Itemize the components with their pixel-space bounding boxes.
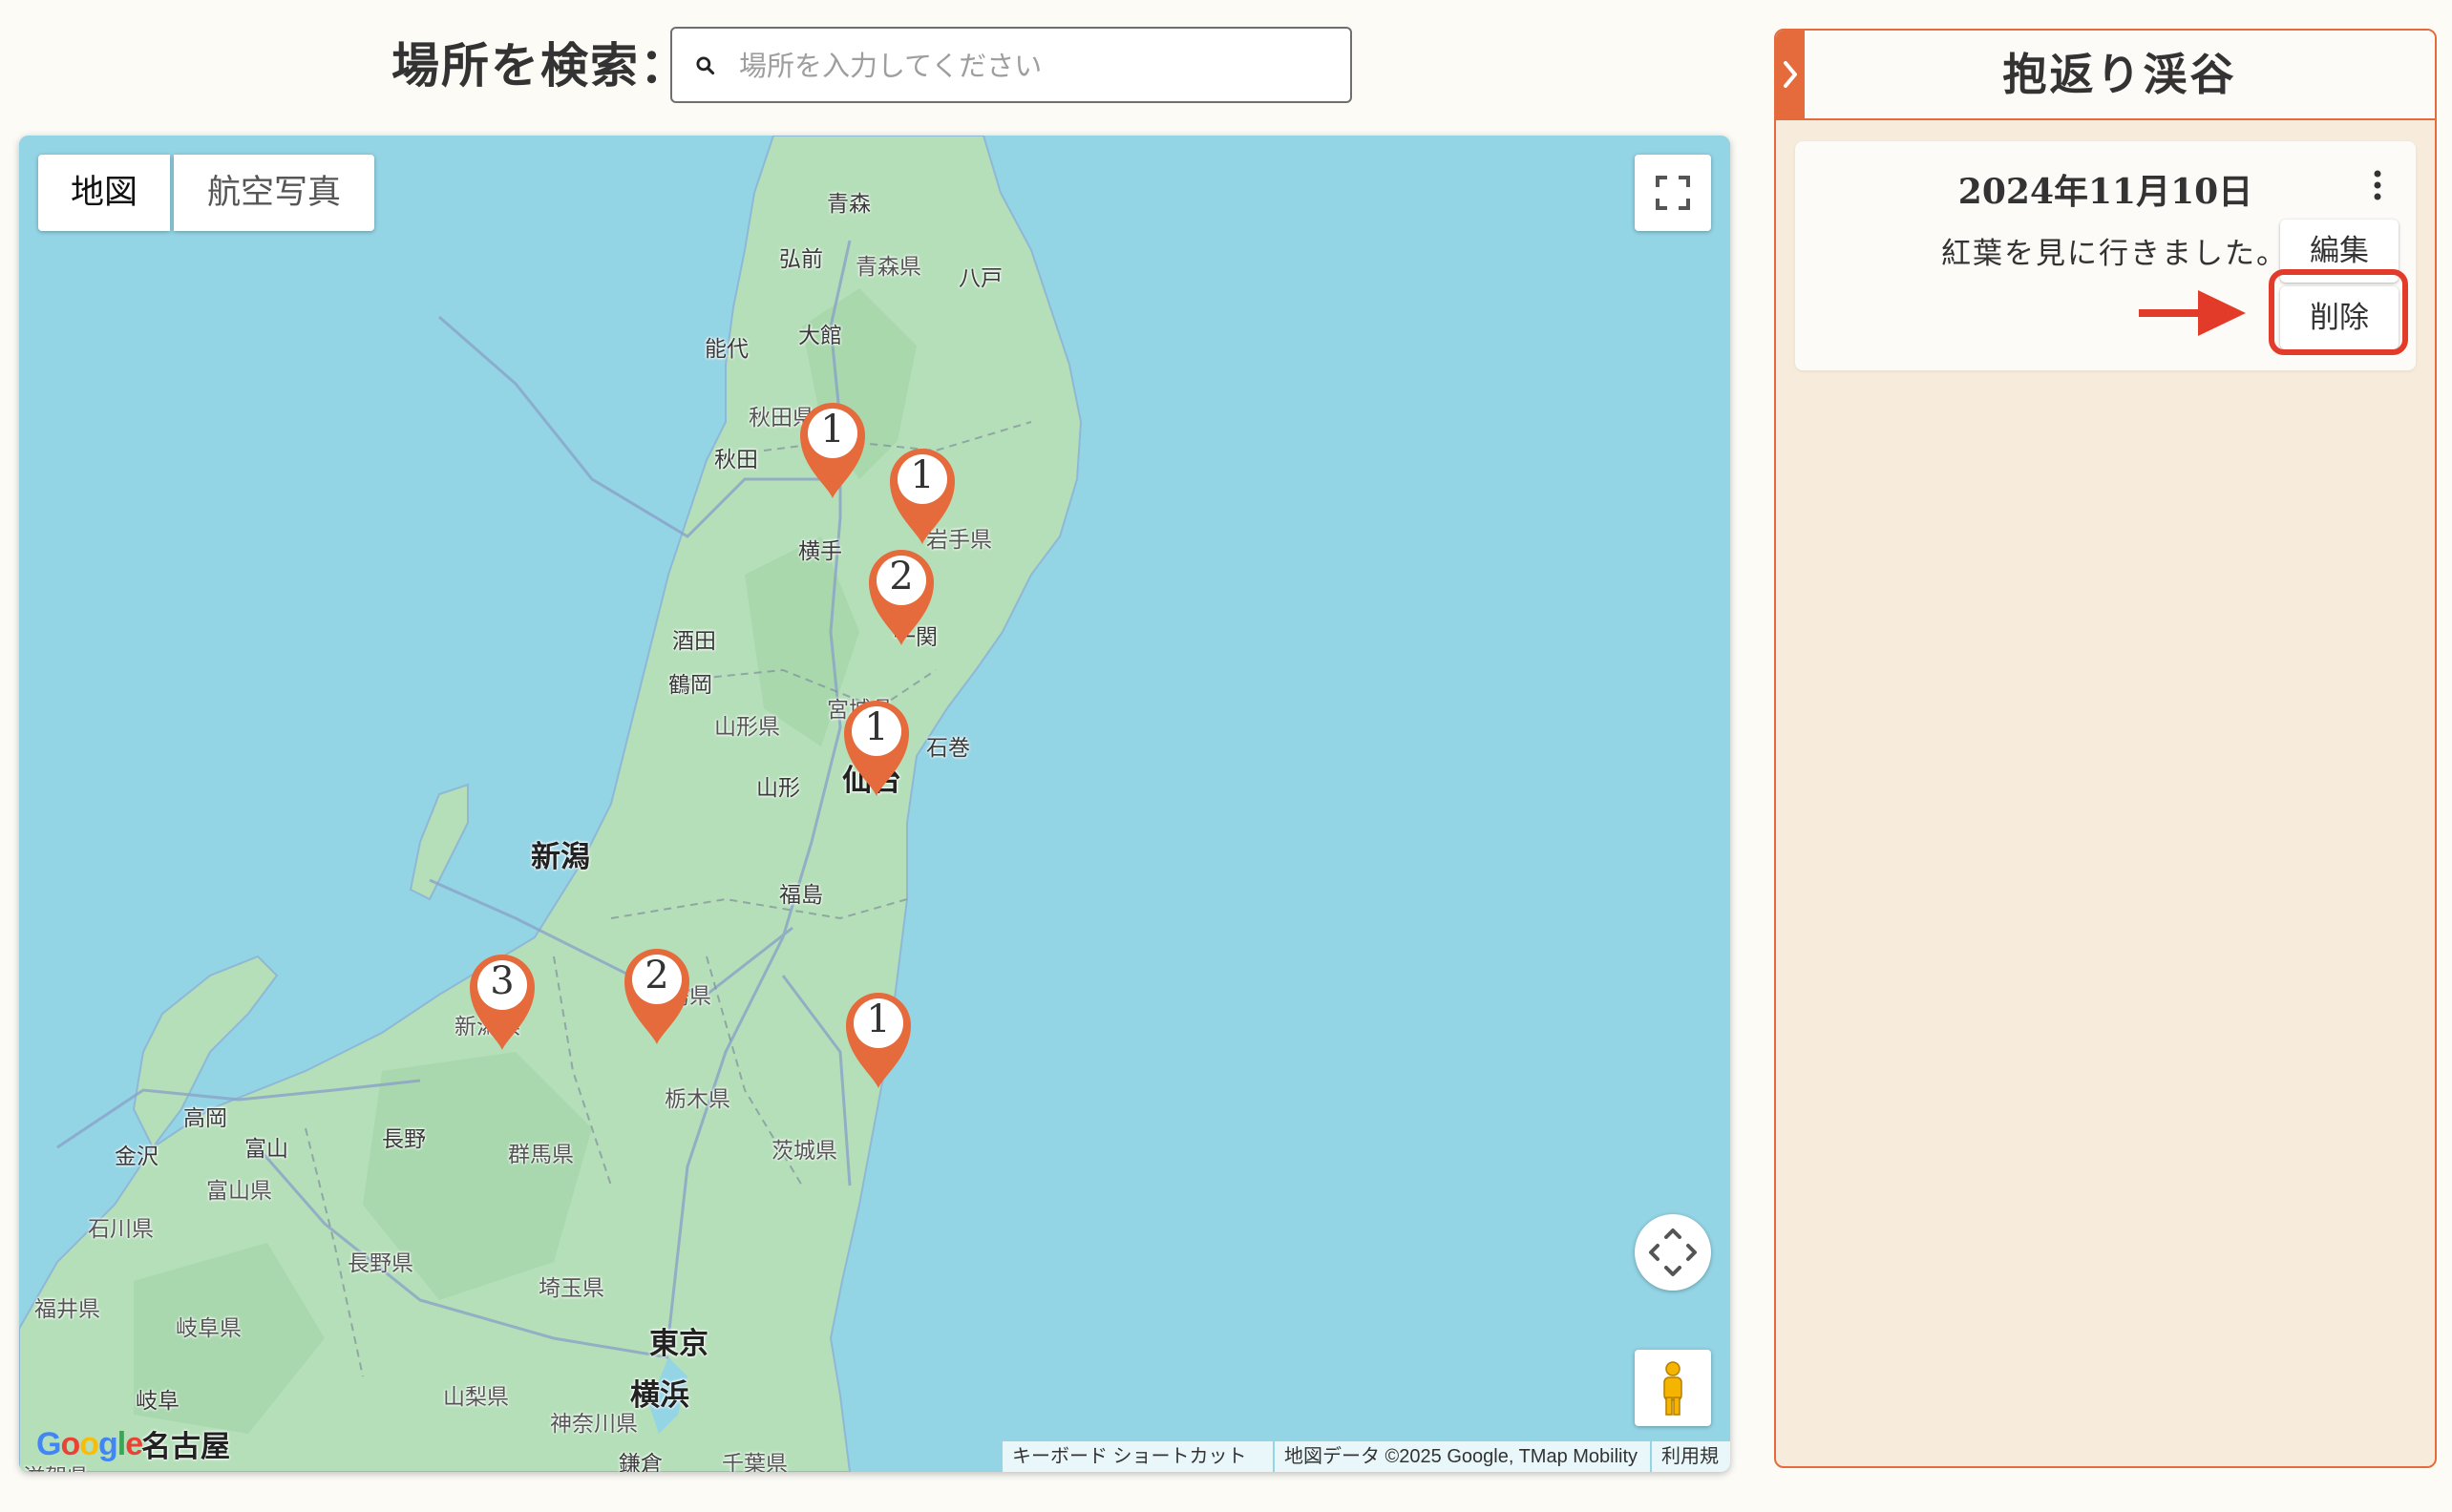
marker-count: 1	[820, 408, 845, 452]
map-data-attribution: 地図データ ©2025 Google, TMap Mobility	[1275, 1441, 1650, 1472]
map-marker[interactable]: 1	[884, 443, 961, 548]
marker-count: 1	[910, 453, 935, 497]
search-input[interactable]	[737, 38, 1333, 94]
marker-count: 2	[889, 555, 914, 598]
search-box[interactable]	[670, 27, 1352, 103]
marker-count: 1	[864, 705, 889, 749]
place-label: 茨城県	[772, 1139, 837, 1164]
fullscreen-icon	[1656, 176, 1690, 210]
place-label: 山梨県	[443, 1385, 509, 1410]
map-marker[interactable]: 3	[464, 949, 540, 1054]
more-vertical-icon	[2374, 170, 2381, 200]
map-view[interactable]: 地図 航空写真 Google キーボード ショートカット 地図データ ©2025…	[19, 136, 1730, 1472]
place-label: 大館	[798, 324, 842, 348]
more-options-button[interactable]	[2358, 162, 2397, 208]
search-label: 場所を検索：	[391, 37, 689, 94]
place-label: 岐阜	[136, 1389, 180, 1414]
map-type-satellite-button[interactable]: 航空写真	[174, 155, 374, 231]
marker-count: 1	[866, 998, 891, 1041]
place-label: 青森県	[856, 255, 921, 280]
place-label: 石巻	[926, 736, 970, 761]
place-label: 横浜	[630, 1378, 689, 1413]
camera-control-button[interactable]	[1635, 1214, 1711, 1291]
marker-count: 2	[645, 954, 669, 998]
map-marker[interactable]: 2	[863, 544, 940, 649]
pegman-icon	[1663, 1361, 1682, 1416]
place-label: 群馬県	[508, 1143, 574, 1167]
entry-date: 2024年11月10日	[1957, 172, 2253, 212]
place-label: 八戸	[959, 266, 1003, 291]
place-label: 福井県	[34, 1297, 100, 1322]
map-marker[interactable]: 2	[619, 943, 695, 1048]
place-label: 山形県	[714, 715, 780, 740]
place-label: 長野	[382, 1127, 426, 1152]
place-label: 福島	[779, 883, 823, 908]
map-marker[interactable]: 1	[838, 695, 915, 800]
place-label: 横手	[798, 539, 842, 564]
terms-link[interactable]: 利用規約	[1652, 1441, 1730, 1472]
keyboard-shortcuts-link[interactable]: キーボード ショートカット	[1003, 1441, 1273, 1472]
place-label: 滋賀県	[23, 1459, 89, 1472]
street-view-pegman-button[interactable]	[1635, 1350, 1711, 1426]
place-label: 名古屋	[141, 1430, 230, 1464]
chevron-right-icon	[1784, 61, 1797, 88]
place-label: 酒田	[672, 629, 716, 654]
map-base-layer	[19, 136, 1730, 1472]
panel-collapse-button[interactable]	[1776, 31, 1805, 118]
place-label: 弘前	[779, 247, 823, 272]
place-label: 岐阜県	[176, 1316, 242, 1341]
map-type-map-button[interactable]: 地図	[38, 155, 170, 231]
edit-button[interactable]: 編集	[2280, 220, 2399, 283]
place-label: 新潟	[531, 840, 590, 874]
place-label: 金沢	[115, 1144, 159, 1169]
marker-count: 3	[490, 959, 515, 1003]
place-label: 神奈川県	[550, 1412, 638, 1437]
delete-button[interactable]: 削除	[2280, 286, 2399, 349]
entry-note: 紅葉を見に行きました。	[1941, 237, 2288, 271]
place-label: 鎌倉	[619, 1452, 663, 1472]
panel-title: 抱返り渓谷	[2002, 49, 2237, 100]
location-detail-panel: 抱返り渓谷 2024年11月10日 紅葉を見に行きました。 編集 削除	[1774, 29, 2437, 1468]
fullscreen-button[interactable]	[1635, 155, 1711, 231]
panel-header: 抱返り渓谷	[1776, 31, 2435, 120]
place-label: 能代	[705, 337, 749, 362]
place-label: 埼玉県	[539, 1276, 604, 1301]
map-marker[interactable]: 1	[840, 987, 917, 1092]
place-label: 千葉県	[722, 1452, 788, 1472]
move-arrows-icon	[1649, 1228, 1697, 1276]
place-label: 山形	[756, 776, 800, 801]
place-label: 秋田	[714, 448, 758, 472]
place-label: 富山	[244, 1137, 288, 1162]
place-label: 東京	[649, 1327, 708, 1361]
place-label: 鶴岡	[668, 673, 712, 698]
annotation-arrow-icon	[2139, 290, 2246, 336]
visit-entry-card: 2024年11月10日 紅葉を見に行きました。 編集 削除	[1795, 141, 2416, 370]
place-label: 富山県	[206, 1179, 272, 1204]
place-label: 高岡	[183, 1106, 227, 1131]
place-label: 長野県	[348, 1251, 413, 1276]
map-marker[interactable]: 1	[794, 397, 871, 502]
search-icon	[696, 56, 715, 75]
place-label: 青森	[827, 192, 871, 217]
place-label: 石川県	[88, 1217, 154, 1242]
place-label: 栃木県	[665, 1087, 730, 1112]
